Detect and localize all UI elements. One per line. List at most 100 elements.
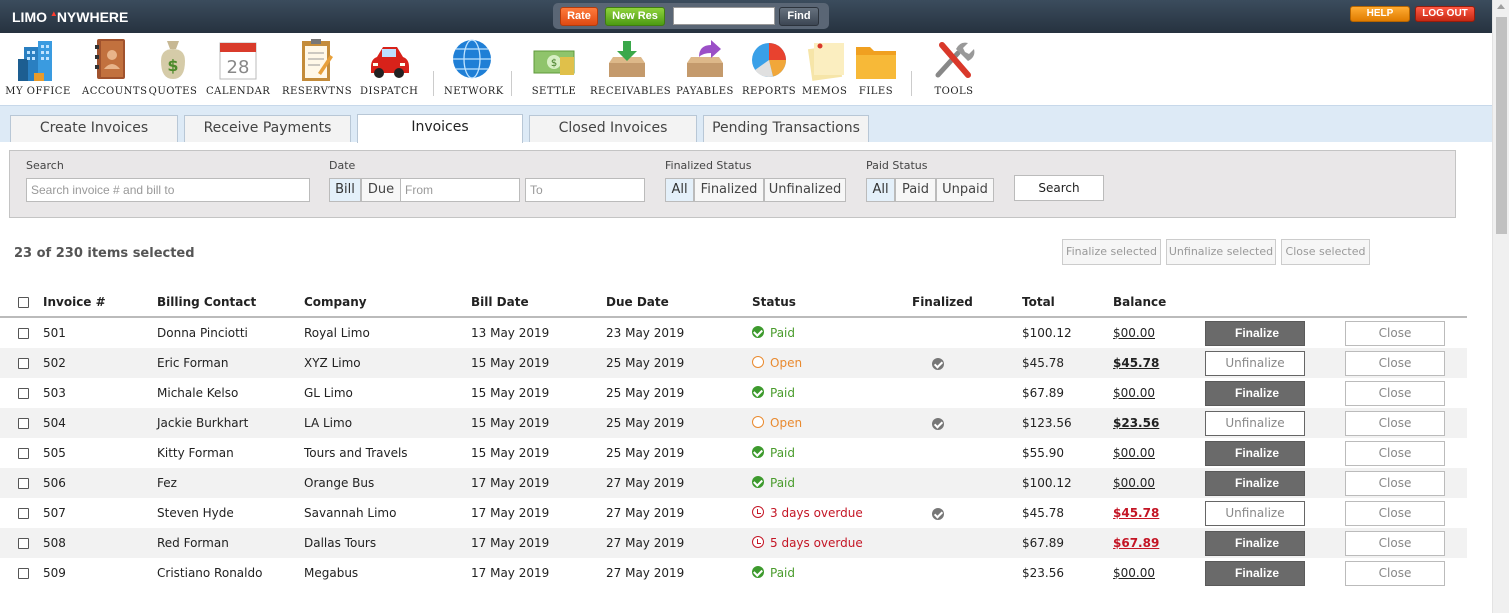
row-checkbox[interactable] bbox=[18, 478, 29, 489]
col-finalized[interactable]: Finalized bbox=[912, 295, 973, 309]
tab-create-invoices[interactable]: Create Invoices bbox=[10, 115, 178, 142]
logout-button[interactable]: LOG OUT bbox=[1415, 6, 1475, 22]
scroll-up-icon[interactable] bbox=[1497, 4, 1505, 9]
col-company[interactable]: Company bbox=[304, 295, 367, 309]
row-checkbox[interactable] bbox=[18, 448, 29, 459]
balance-link[interactable]: $00.00 bbox=[1113, 476, 1155, 490]
find-input[interactable] bbox=[673, 7, 775, 25]
row-checkbox[interactable] bbox=[18, 538, 29, 549]
unfinalize-button[interactable]: Unfinalize bbox=[1205, 501, 1305, 526]
toolbar-item-receivables[interactable]: RECEIVABLES bbox=[590, 37, 671, 101]
balance-link[interactable]: $00.00 bbox=[1113, 446, 1155, 460]
close-button[interactable]: Close bbox=[1345, 351, 1445, 376]
close-button[interactable]: Close bbox=[1345, 561, 1445, 586]
unfinalize-selected-button[interactable]: Unfinalize selected bbox=[1166, 239, 1276, 265]
toolbar-item-calendar[interactable]: 28 CALENDAR bbox=[206, 37, 270, 101]
finalize-button[interactable]: Finalize bbox=[1205, 471, 1305, 496]
help-button[interactable]: HELP bbox=[1350, 6, 1410, 22]
col-invoice-number[interactable]: Invoice # bbox=[43, 295, 106, 309]
close-button[interactable]: Close bbox=[1345, 381, 1445, 406]
col-due-date[interactable]: Due Date bbox=[606, 295, 669, 309]
finalized-finalized-toggle[interactable]: Finalized bbox=[694, 178, 764, 202]
toolbar-item-memos[interactable]: MEMOS bbox=[802, 37, 847, 101]
find-button[interactable]: Find bbox=[779, 7, 819, 26]
unfinalize-button[interactable]: Unfinalize bbox=[1205, 411, 1305, 436]
toolbar-item-reservations[interactable]: RESERVTNS bbox=[282, 37, 352, 101]
tab-receive-payments[interactable]: Receive Payments bbox=[184, 115, 351, 142]
table-row[interactable]: 507 Steven Hyde Savannah Limo 17 May 2019 27… bbox=[0, 498, 1467, 528]
table-row[interactable]: 502 Eric Forman XYZ Limo 15 May 2019 25 May … bbox=[0, 348, 1467, 378]
balance-link[interactable]: $00.00 bbox=[1113, 386, 1155, 400]
invoice-number[interactable]: 509 bbox=[43, 566, 66, 580]
row-checkbox[interactable] bbox=[18, 388, 29, 399]
finalize-button[interactable]: Finalize bbox=[1205, 381, 1305, 406]
unfinalize-button[interactable]: Unfinalize bbox=[1205, 351, 1305, 376]
toolbar-item-dispatch[interactable]: DISPATCH bbox=[360, 37, 418, 101]
app-logo[interactable]: LIMO ▲NYWHERE bbox=[12, 9, 128, 25]
col-bill-date[interactable]: Bill Date bbox=[471, 295, 529, 309]
tab-invoices[interactable]: Invoices bbox=[357, 114, 523, 143]
date-from-input[interactable]: From bbox=[400, 178, 520, 202]
toolbar-item-network[interactable]: NETWORK bbox=[444, 37, 503, 101]
balance-link[interactable]: $67.89 bbox=[1113, 536, 1159, 550]
row-checkbox[interactable] bbox=[18, 358, 29, 369]
col-total[interactable]: Total bbox=[1022, 295, 1055, 309]
finalize-button[interactable]: Finalize bbox=[1205, 531, 1305, 556]
finalized-unfinalized-toggle[interactable]: Unfinalized bbox=[764, 178, 846, 202]
invoice-number[interactable]: 506 bbox=[43, 476, 66, 490]
table-row[interactable]: 501 Donna Pinciotti Royal Limo 13 May 2019 2… bbox=[0, 318, 1467, 348]
table-row[interactable]: 503 Michale Kelso GL Limo 15 May 2019 25 May… bbox=[0, 378, 1467, 408]
date-due-toggle[interactable]: Due bbox=[361, 178, 401, 202]
invoice-number[interactable]: 504 bbox=[43, 416, 66, 430]
finalize-button[interactable]: Finalize bbox=[1205, 561, 1305, 586]
date-to-input[interactable]: To bbox=[525, 178, 645, 202]
col-billing-contact[interactable]: Billing Contact bbox=[157, 295, 256, 309]
toolbar-item-my-office[interactable]: MY OFFICE bbox=[4, 37, 72, 101]
row-checkbox[interactable] bbox=[18, 508, 29, 519]
finalized-all-toggle[interactable]: All bbox=[665, 178, 694, 202]
close-button[interactable]: Close bbox=[1345, 531, 1445, 556]
select-all-checkbox[interactable] bbox=[18, 297, 29, 308]
invoice-number[interactable]: 503 bbox=[43, 386, 66, 400]
table-row[interactable]: 509 Cristiano Ronaldo Megabus 17 May 2019 27… bbox=[0, 558, 1467, 588]
table-row[interactable]: 505 Kitty Forman Tours and Travels 15 May 2… bbox=[0, 438, 1467, 468]
toolbar-item-files[interactable]: FILES bbox=[852, 37, 900, 101]
table-row[interactable]: 508 Red Forman Dallas Tours 17 May 2019 27 M… bbox=[0, 528, 1467, 558]
invoice-number[interactable]: 501 bbox=[43, 326, 66, 340]
toolbar-item-settle[interactable]: $ SETTLE bbox=[528, 37, 580, 101]
rate-button[interactable]: Rate bbox=[560, 7, 598, 26]
close-button[interactable]: Close bbox=[1345, 501, 1445, 526]
balance-link[interactable]: $00.00 bbox=[1113, 326, 1155, 340]
balance-link[interactable]: $45.78 bbox=[1113, 506, 1159, 520]
invoice-number[interactable]: 507 bbox=[43, 506, 66, 520]
close-button[interactable]: Close bbox=[1345, 471, 1445, 496]
close-button[interactable]: Close bbox=[1345, 441, 1445, 466]
balance-link[interactable]: $23.56 bbox=[1113, 416, 1159, 430]
toolbar-item-reports[interactable]: REPORTS bbox=[742, 37, 796, 101]
tab-closed-invoices[interactable]: Closed Invoices bbox=[529, 115, 697, 142]
row-checkbox[interactable] bbox=[18, 328, 29, 339]
finalize-button[interactable]: Finalize bbox=[1205, 321, 1305, 346]
table-row[interactable]: 506 Fez Orange Bus 17 May 2019 27 May 2019 Pa… bbox=[0, 468, 1467, 498]
row-checkbox[interactable] bbox=[18, 568, 29, 579]
col-status[interactable]: Status bbox=[752, 295, 796, 309]
tab-pending-transactions[interactable]: Pending Transactions bbox=[703, 115, 869, 142]
balance-link[interactable]: $45.78 bbox=[1113, 356, 1159, 370]
scrollbar-thumb[interactable] bbox=[1496, 17, 1507, 234]
paid-paid-toggle[interactable]: Paid bbox=[895, 178, 936, 202]
paid-all-toggle[interactable]: All bbox=[866, 178, 895, 202]
search-button[interactable]: Search bbox=[1014, 175, 1104, 201]
close-button[interactable]: Close bbox=[1345, 321, 1445, 346]
toolbar-item-payables[interactable]: PAYABLES bbox=[674, 37, 736, 101]
balance-link[interactable]: $00.00 bbox=[1113, 566, 1155, 580]
vertical-scrollbar[interactable] bbox=[1492, 0, 1509, 613]
finalize-selected-button[interactable]: Finalize selected bbox=[1062, 239, 1161, 265]
toolbar-item-tools[interactable]: TOOLS bbox=[928, 37, 980, 101]
col-balance[interactable]: Balance bbox=[1113, 295, 1166, 309]
finalize-button[interactable]: Finalize bbox=[1205, 441, 1305, 466]
row-checkbox[interactable] bbox=[18, 418, 29, 429]
invoice-number[interactable]: 508 bbox=[43, 536, 66, 550]
close-selected-button[interactable]: Close selected bbox=[1281, 239, 1370, 265]
toolbar-item-accounts[interactable]: ACCOUNTS bbox=[82, 37, 147, 101]
date-bill-toggle[interactable]: Bill bbox=[329, 178, 361, 202]
